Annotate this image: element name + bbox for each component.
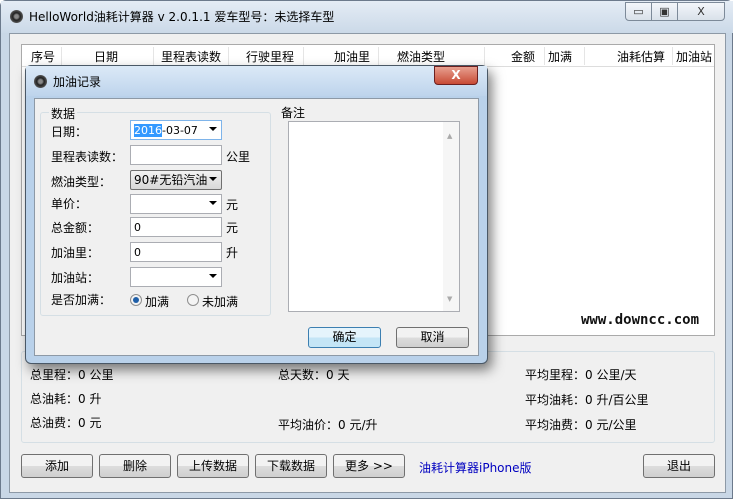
total-days: 总天数：0 天: [278, 368, 350, 382]
col-amount[interactable]: 金额: [485, 47, 545, 65]
ok-button[interactable]: 确定: [308, 327, 381, 348]
dialog-icon: [34, 75, 47, 88]
unit-price-combo[interactable]: [130, 194, 222, 214]
close-button[interactable]: X: [677, 2, 725, 21]
cancel-button[interactable]: 取消: [396, 327, 469, 348]
scroll-down-icon[interactable]: ▼: [447, 295, 452, 303]
notes-scrollbar[interactable]: ▲ ▼: [443, 122, 459, 311]
volume-unit: 升: [226, 246, 239, 260]
unit-price-unit: 元: [226, 198, 239, 212]
col-station[interactable]: 加油站: [673, 47, 715, 65]
fuel-type-value: 90#无铅汽油: [134, 173, 208, 187]
dialog-body: 数据 日期： 2016-03-07 里程表读数： 公里 燃油类型： 90#无铅汽…: [34, 98, 479, 356]
date-year-selected: 2016: [134, 124, 162, 137]
col-estimate[interactable]: 油耗估算: [585, 47, 673, 65]
odometer-unit: 公里: [226, 150, 251, 164]
total-amount-input[interactable]: 0: [130, 217, 222, 237]
avg-distance: 平均里程：0 公里/天: [525, 368, 637, 382]
station-label: 加油站：: [51, 271, 100, 285]
fuel-type-select[interactable]: 90#无铅汽油: [130, 170, 222, 190]
station-combo[interactable]: [130, 267, 222, 287]
watermark: www.downcc.com: [581, 312, 700, 328]
total-distance: 总里程：0 公里: [30, 368, 114, 382]
col-distance[interactable]: 行驶里程: [229, 47, 304, 65]
summary-panel: 总里程：0 公里 总天数：0 天 平均里程：0 公里/天 总油耗：0 升 平均油…: [21, 351, 715, 443]
app-icon: [10, 10, 23, 23]
upload-button[interactable]: 上传数据: [177, 454, 249, 478]
minimize-button[interactable]: ▭: [625, 2, 652, 21]
date-picker[interactable]: 2016-03-07: [130, 120, 222, 140]
unit-price-label: 单价：: [51, 197, 88, 211]
download-button[interactable]: 下载数据: [255, 454, 327, 478]
col-index[interactable]: 序号: [22, 47, 62, 65]
notes-textarea[interactable]: ▲ ▼: [288, 121, 460, 312]
total-amount-unit: 元: [226, 221, 239, 235]
avg-cost: 平均油费：0 元/公里: [525, 418, 637, 432]
data-group-label: 数据: [49, 105, 78, 122]
more-button[interactable]: 更多 >>: [333, 454, 405, 478]
total-fuel: 总油耗：0 升: [30, 392, 102, 406]
dialog-close-button[interactable]: X: [434, 66, 478, 85]
odometer-input[interactable]: [130, 145, 222, 165]
iphone-version-link[interactable]: 油耗计算器iPhone版: [419, 459, 532, 476]
refuel-record-dialog: 加油记录 X 数据 日期： 2016-03-07 里程表读数： 公里 燃油类型：…: [25, 65, 488, 364]
date-rest: -03-07: [162, 124, 198, 137]
chevron-down-icon: [209, 201, 217, 205]
col-odometer[interactable]: 里程表读数: [154, 47, 229, 65]
col-date[interactable]: 日期: [62, 47, 154, 65]
avg-fuel: 平均油耗：0 升/百公里: [525, 393, 649, 407]
total-cost: 总油费：0 元: [30, 416, 102, 430]
full-option-label[interactable]: 加满: [145, 293, 169, 310]
scroll-up-icon[interactable]: ▲: [447, 132, 452, 140]
data-group: 数据 日期： 2016-03-07 里程表读数： 公里 燃油类型： 90#无铅汽…: [40, 105, 271, 316]
notes-group-label: 备注: [279, 104, 308, 121]
exit-button[interactable]: 退出: [643, 454, 715, 478]
fuel-type-label: 燃油类型：: [51, 175, 112, 189]
not-full-option-label[interactable]: 未加满: [202, 293, 238, 310]
col-volume[interactable]: 加油里: [304, 47, 379, 65]
maximize-button[interactable]: ▣: [651, 2, 678, 21]
table-header: 序号 日期 里程表读数 行驶里程 加油里 燃油类型 金额 加满 油耗估算 加油站: [22, 45, 714, 67]
volume-input[interactable]: 0: [130, 242, 222, 262]
chevron-down-icon: [209, 127, 217, 131]
full-tank-label: 是否加满：: [51, 293, 112, 307]
full-radio[interactable]: [130, 294, 142, 306]
chevron-down-icon: [209, 274, 217, 278]
avg-price: 平均油价：0 元/升: [278, 418, 378, 432]
date-label: 日期：: [51, 125, 88, 139]
col-fuel-type[interactable]: 燃油类型: [379, 47, 485, 65]
total-amount-label: 总金额：: [51, 221, 100, 235]
not-full-radio[interactable]: [187, 294, 199, 306]
delete-button[interactable]: 删除: [99, 454, 171, 478]
volume-label: 加油里：: [51, 246, 100, 260]
col-full[interactable]: 加满: [545, 47, 585, 65]
chevron-down-icon: [209, 177, 217, 181]
dialog-title: 加油记录: [53, 75, 102, 89]
title-bar: HelloWorld油耗计算器 v 2.0.1.1 爱车型号：未选择车型 ▭ ▣…: [1, 1, 733, 33]
add-button[interactable]: 添加: [21, 454, 93, 478]
odometer-label: 里程表读数：: [51, 150, 124, 164]
dialog-title-bar: 加油记录 X: [26, 66, 487, 96]
window-title: HelloWorld油耗计算器 v 2.0.1.1 爱车型号：未选择车型: [29, 10, 335, 24]
